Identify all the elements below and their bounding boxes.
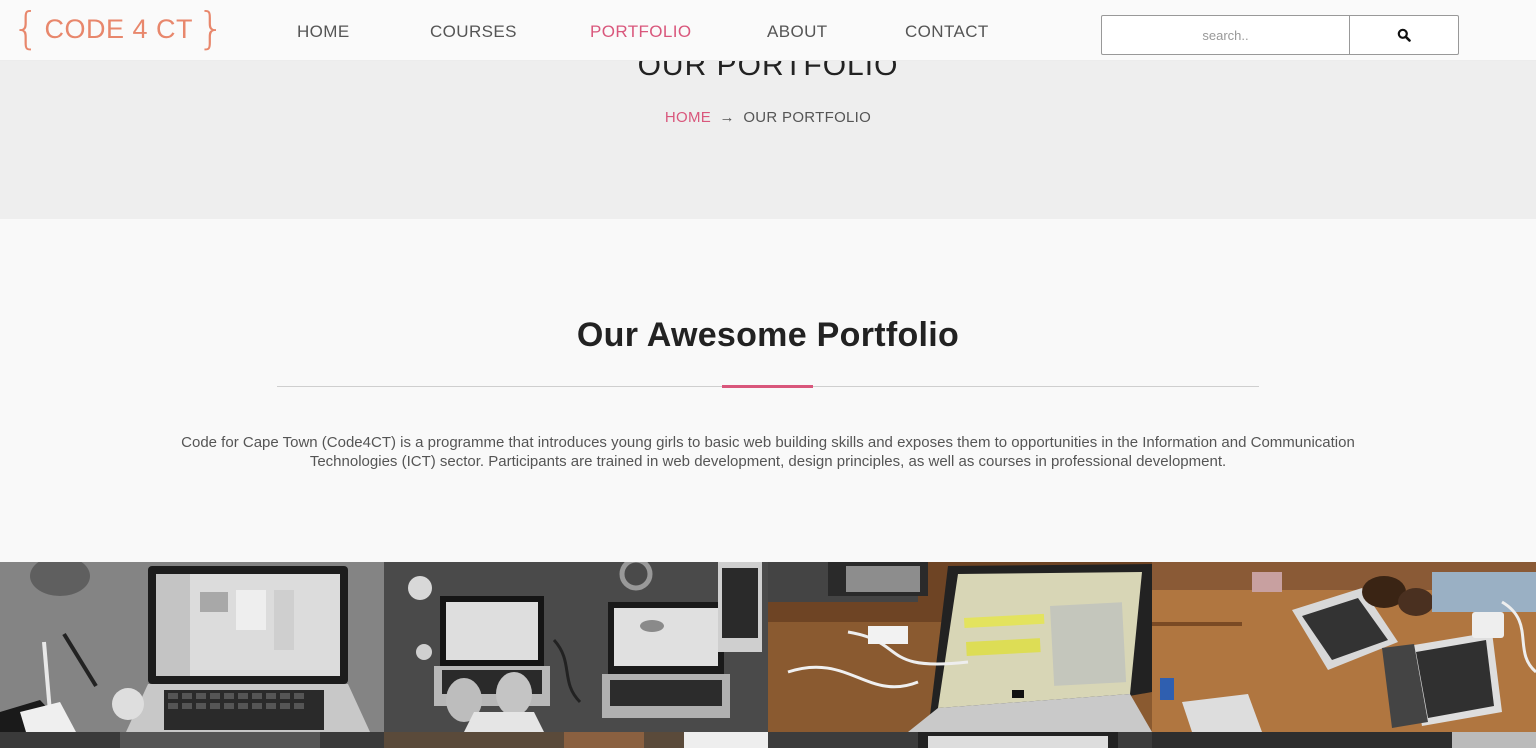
portfolio-tile-5[interactable] bbox=[0, 732, 384, 748]
logo[interactable]: { CODE 4 CT } bbox=[12, 7, 226, 51]
breadcrumb-current: OUR PORTFOLIO bbox=[743, 109, 872, 126]
nav-item-contact[interactable]: CONTACT bbox=[905, 22, 989, 42]
portfolio-gallery bbox=[0, 562, 1536, 748]
portfolio-tile-7[interactable] bbox=[768, 732, 1152, 748]
navbar: { CODE 4 CT } HOME COURSES PORTFOLIO ABO… bbox=[0, 0, 1536, 61]
section-intro: Code for Cape Town (Code4CT) is a progra… bbox=[181, 434, 1355, 470]
nav-item-portfolio[interactable]: PORTFOLIO bbox=[590, 22, 692, 42]
logo-brace-close: } bbox=[197, 3, 226, 54]
nav-item-home[interactable]: HOME bbox=[297, 22, 350, 42]
nav-item-about[interactable]: ABOUT bbox=[767, 22, 828, 42]
nav-item-courses[interactable]: COURSES bbox=[430, 22, 517, 42]
breadcrumb: HOME → OUR PORTFOLIO bbox=[0, 109, 1536, 126]
section-divider-accent bbox=[722, 385, 813, 388]
logo-text: CODE 4 CT bbox=[44, 14, 194, 44]
section-title: Our Awesome Portfolio bbox=[576, 316, 960, 354]
people-laptops-photo-image bbox=[1152, 562, 1536, 732]
search-input[interactable] bbox=[1102, 16, 1350, 54]
portfolio-tile-3[interactable] bbox=[768, 562, 1152, 732]
portfolio-tile-6[interactable] bbox=[384, 732, 768, 748]
photo-image bbox=[768, 732, 1152, 748]
portfolio-tile-8[interactable] bbox=[1152, 732, 1536, 748]
laptop-table-photo-image bbox=[768, 562, 1152, 732]
portfolio-tile-2[interactable] bbox=[384, 562, 768, 732]
laptops-photo-image bbox=[384, 562, 768, 732]
search-button[interactable] bbox=[1350, 16, 1458, 54]
photo-image bbox=[384, 732, 768, 748]
breadcrumb-home-link[interactable]: HOME bbox=[665, 109, 711, 126]
logo-brace-open: { bbox=[12, 3, 41, 54]
search-icon bbox=[1397, 28, 1411, 42]
photo-image bbox=[1152, 732, 1536, 748]
portfolio-tile-4[interactable] bbox=[1152, 562, 1536, 732]
photo-image bbox=[0, 732, 384, 748]
breadcrumb-arrow-icon: → bbox=[719, 109, 735, 126]
laptop-photo-image bbox=[0, 562, 384, 732]
search-form bbox=[1101, 15, 1459, 55]
page-banner: OUR PORTFOLIO HOME → OUR PORTFOLIO bbox=[0, 49, 1536, 219]
portfolio-tile-1[interactable] bbox=[0, 562, 384, 732]
